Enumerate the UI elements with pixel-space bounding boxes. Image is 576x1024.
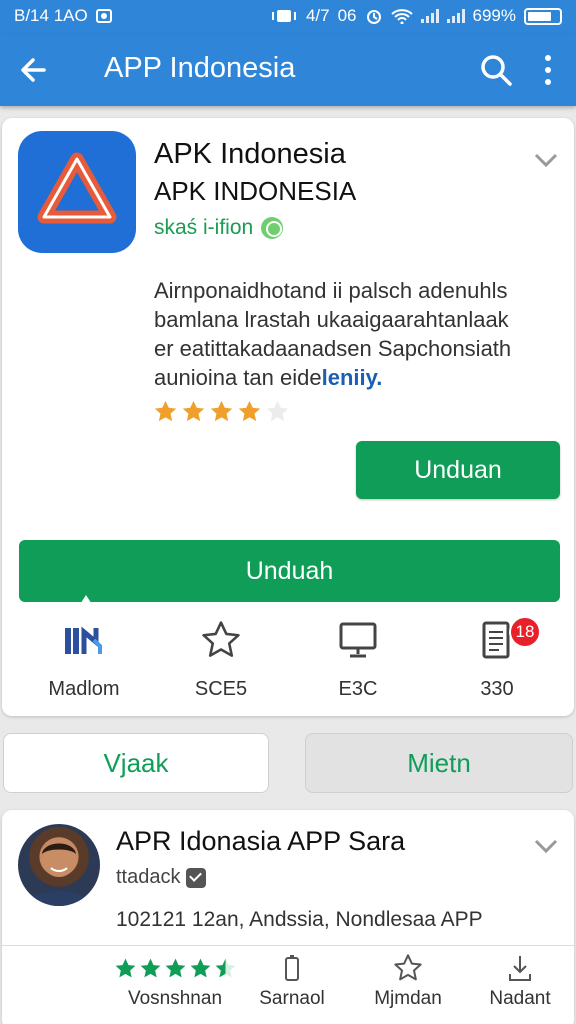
tab-mietn[interactable]: Mietn <box>305 733 573 793</box>
bottom-stat-rating[interactable]: Vosnshnan <box>110 952 240 1010</box>
alarm-icon <box>366 10 381 24</box>
notification-badge: 18 <box>509 616 541 648</box>
developer-row[interactable]: skaś i-ifion <box>154 216 284 240</box>
avatar <box>18 824 100 906</box>
search-icon[interactable] <box>474 48 518 92</box>
rating-star <box>215 958 235 977</box>
stat-sce5[interactable]: SCE5 <box>151 616 291 701</box>
bottom-stat-nadant[interactable]: Nadant <box>480 952 560 1010</box>
vibrate-icon <box>271 10 296 22</box>
rating-star <box>154 400 177 422</box>
wifi-icon <box>390 9 413 24</box>
rating-stars-icon <box>110 952 240 984</box>
chart-logo-icon <box>65 626 102 654</box>
status-time: B/14 1AO <box>14 6 88 25</box>
network-label: 4/7 <box>305 6 330 25</box>
rating-star <box>182 400 205 422</box>
data-label: 06 <box>337 6 357 25</box>
rating-star <box>190 958 210 977</box>
stat-label: 330 <box>480 678 514 700</box>
review-title: APR Idonasia APP Sara <box>116 826 406 856</box>
app-name: APK Indonesia <box>154 138 346 170</box>
bottom-stat-label: Vosnshnan <box>127 988 223 1009</box>
review-subtitle: ttadack <box>116 866 181 888</box>
bottom-stat-mjmdan[interactable]: Mjmdan <box>368 952 448 1010</box>
chevron-down-icon[interactable] <box>532 150 560 170</box>
description-line: bamlana lrastah ukaaigaarahtanlaak <box>154 307 509 332</box>
description-line: Airnponaidhotand ii palsch adenuhls <box>154 278 508 303</box>
bottom-stat-label: Sarnaol <box>259 988 325 1009</box>
description-line: er eatittakadaanadsen Sapchonsiath <box>154 336 512 361</box>
verified-badge-icon <box>186 867 207 888</box>
stat-label: Madlom <box>48 678 120 700</box>
app-bar: APP Indonesia <box>0 34 576 106</box>
stat-label: SCE5 <box>194 678 248 700</box>
rating-star <box>210 400 233 422</box>
stat-e3c[interactable]: E3C <box>288 616 428 701</box>
phone-icon <box>285 955 299 981</box>
rating-star <box>115 958 135 977</box>
app-card: APK Indonesia APK INDONESIA skaś i-ifion… <box>2 118 574 716</box>
arrow-back-icon[interactable] <box>14 48 58 92</box>
stat-330[interactable]: 18 330 <box>427 616 567 701</box>
status-bar: B/14 1AO 4/7 06 699% <box>0 0 576 34</box>
install-button[interactable]: Unduan <box>356 441 560 499</box>
notification-icon <box>95 9 112 23</box>
review-subtitle-row: ttadack <box>116 866 207 889</box>
rating-star <box>165 958 185 977</box>
signal-icon-2 <box>446 9 465 23</box>
stat-label: E3C <box>338 678 378 700</box>
battery-percent: 699% <box>472 6 516 25</box>
star-outline-icon <box>394 954 422 981</box>
bottom-stat-sarnaol[interactable]: Sarnaol <box>252 952 332 1010</box>
rating-stars <box>152 398 291 425</box>
rating-star <box>140 958 160 977</box>
app-logo-icon <box>18 131 136 253</box>
signal-icon <box>420 9 439 23</box>
star-outline-icon <box>202 621 240 657</box>
app-name-upper: APK INDONESIA <box>154 176 357 206</box>
description-link[interactable]: leniiy. <box>322 365 383 390</box>
battery-icon <box>524 7 562 25</box>
stat-madlom[interactable]: Madlom <box>14 616 154 701</box>
bottom-stat-label: Mjmdan <box>374 988 442 1009</box>
description-text: aunioina tan eide <box>154 365 322 390</box>
bottom-stat-label: Nadant <box>489 988 551 1009</box>
verified-icon <box>261 217 284 239</box>
more-vert-icon[interactable] <box>528 48 568 92</box>
page-title: APP Indonesia <box>104 52 296 84</box>
tab-vjaak[interactable]: Vjaak <box>3 733 269 793</box>
review-card[interactable]: APR Idonasia APP Sara ttadack 102121 12a… <box>2 810 574 1024</box>
rating-star <box>266 400 289 422</box>
description-line: aunioina tan eideleniiy. <box>154 363 554 392</box>
rating-star <box>238 400 261 422</box>
tooltip-pointer <box>77 595 95 609</box>
developer-name: skaś i-ifion <box>154 216 254 239</box>
monitor-icon <box>339 622 377 658</box>
download-icon <box>509 956 531 981</box>
review-meta: 102121 12an, Andssia, Nondlesaa APP <box>116 908 483 931</box>
divider <box>2 945 574 946</box>
app-description: Airnponaidhotand ii palsch adenuhls baml… <box>154 276 554 392</box>
chevron-down-icon[interactable] <box>532 836 560 856</box>
download-button[interactable]: Unduah <box>19 540 560 602</box>
